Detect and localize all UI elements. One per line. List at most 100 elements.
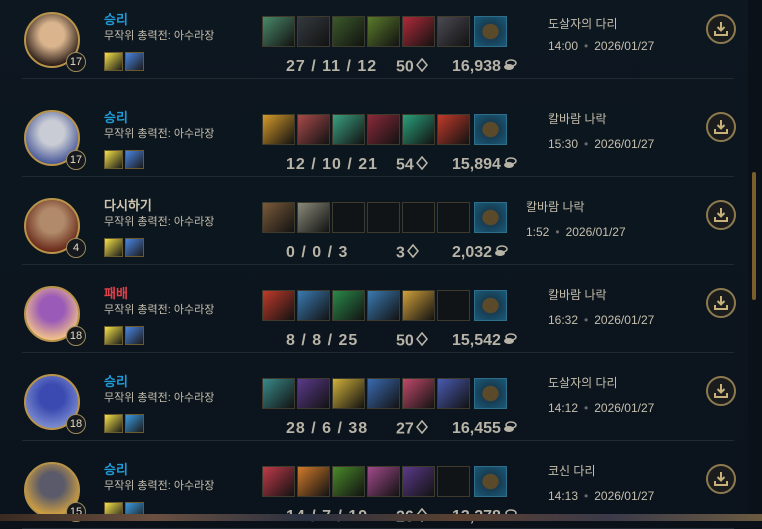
download-replay-button[interactable] — [706, 14, 736, 44]
item-icon[interactable] — [402, 466, 435, 497]
creep-score-value: 27 — [396, 420, 414, 438]
summoner-spell-ghost-icon[interactable] — [104, 326, 123, 345]
item-icon[interactable] — [402, 16, 435, 47]
item-slots — [262, 202, 507, 233]
download-replay-button[interactable] — [706, 112, 736, 142]
item-icon[interactable] — [262, 202, 295, 233]
separator-dot: • — [584, 313, 589, 327]
trinket-icon[interactable] — [474, 378, 507, 409]
game-mode: 무작위 총력전: 아수라장 — [104, 392, 215, 404]
scrollbar[interactable] — [752, 172, 756, 300]
creep-score: 50 — [396, 57, 428, 77]
gold-earned: 2,032 — [452, 244, 508, 262]
item-icon[interactable] — [367, 378, 400, 409]
item-icon[interactable] — [367, 16, 400, 47]
download-replay-button[interactable] — [706, 376, 736, 406]
item-icon[interactable] — [262, 378, 295, 409]
item-icon[interactable] — [297, 114, 330, 145]
gold-earned: 16,455 — [452, 420, 517, 438]
download-icon — [714, 384, 728, 398]
item-icon[interactable] — [262, 114, 295, 145]
match-row[interactable]: 18 패배 무작위 총력전: 아수라장 8 / 8 / 25 50 15,542 칼바람 나… — [22, 264, 736, 353]
summoner-spell-snowball-icon[interactable] — [125, 52, 144, 71]
item-icon[interactable] — [262, 466, 295, 497]
gold-value: 15,894 — [452, 156, 501, 174]
item-icon[interactable] — [297, 466, 330, 497]
item-icon[interactable] — [367, 290, 400, 321]
kda-score: 27 / 11 / 12 — [286, 58, 378, 75]
empty-item-slot — [437, 290, 470, 321]
item-icon[interactable] — [262, 16, 295, 47]
match-date: 2026/01/27 — [594, 489, 655, 503]
summoner-spells — [104, 414, 144, 433]
item-icon[interactable] — [437, 114, 470, 145]
match-row[interactable]: 4 다시하기 무작위 총력전: 아수라장 0 / 0 / 3 3 2,032 칼바람 나락 1… — [22, 176, 736, 265]
item-icon[interactable] — [332, 16, 365, 47]
item-icon[interactable] — [332, 466, 365, 497]
trinket-icon[interactable] — [474, 202, 507, 233]
trinket-icon[interactable] — [474, 466, 507, 497]
item-icon[interactable] — [297, 202, 330, 233]
creep-score: 27 — [396, 419, 428, 439]
summoner-spell-ghost-icon[interactable] — [104, 52, 123, 71]
item-icon[interactable] — [437, 16, 470, 47]
item-icon[interactable] — [297, 16, 330, 47]
game-mode: 무작위 총력전: 아수라장 — [104, 304, 215, 316]
summoner-spells — [104, 238, 144, 257]
summoner-spell-snowball-icon[interactable] — [125, 326, 144, 345]
champion-level-badge: 17 — [66, 150, 86, 170]
item-icon[interactable] — [437, 378, 470, 409]
match-date: 2026/01/27 — [594, 137, 655, 151]
download-replay-button[interactable] — [706, 288, 736, 318]
summoner-spell-snowball-icon[interactable] — [125, 238, 144, 257]
item-icon[interactable] — [332, 114, 365, 145]
trinket-icon[interactable] — [474, 114, 507, 145]
download-replay-button[interactable] — [706, 200, 736, 230]
kda-score: 12 / 10 / 21 — [286, 156, 379, 173]
item-icon[interactable] — [332, 290, 365, 321]
match-date: 2026/01/27 — [594, 39, 655, 53]
item-slots — [262, 16, 507, 47]
gold-coins-icon — [494, 244, 508, 262]
match-date: 2026/01/27 — [594, 313, 655, 327]
trinket-icon[interactable] — [474, 290, 507, 321]
item-icon[interactable] — [262, 290, 295, 321]
item-icon[interactable] — [402, 290, 435, 321]
download-replay-button[interactable] — [706, 464, 736, 494]
creep-score: 50 — [396, 331, 428, 351]
match-result: 승리 — [104, 12, 128, 27]
download-icon — [714, 22, 728, 36]
match-row[interactable]: 18 승리 무작위 총력전: 아수라장 28 / 6 / 38 27 16,455 도살자의… — [22, 352, 736, 441]
summoner-spell-snowball-icon[interactable] — [125, 150, 144, 169]
creep-score-value: 50 — [396, 58, 414, 76]
match-result: 다시하기 — [104, 198, 152, 213]
item-icon[interactable] — [402, 114, 435, 145]
match-date: 2026/01/27 — [594, 401, 655, 415]
gold-coins-icon — [503, 58, 517, 76]
trinket-icon[interactable] — [474, 16, 507, 47]
summoner-spell-snowball-icon[interactable] — [125, 414, 144, 433]
map-name: 칼바람 나락 — [548, 112, 607, 126]
match-datetime: 15:30 • 2026/01/27 — [548, 137, 654, 151]
item-icon[interactable] — [297, 378, 330, 409]
item-icon[interactable] — [402, 378, 435, 409]
item-icon[interactable] — [367, 114, 400, 145]
game-mode: 무작위 총력전: 아수라장 — [104, 216, 215, 228]
summoner-spell-ghost-icon[interactable] — [104, 238, 123, 257]
match-datetime: 14:12 • 2026/01/27 — [548, 401, 654, 415]
download-icon — [714, 120, 728, 134]
match-row[interactable]: 17 승리 무작위 총력전: 아수라장 12 / 10 / 21 54 15,894 칼바람… — [22, 88, 736, 177]
kda-score: 0 / 0 / 3 — [286, 244, 349, 261]
summoner-spells — [104, 150, 144, 169]
gold-earned: 16,938 — [452, 58, 517, 76]
summoner-spells — [104, 326, 144, 345]
item-icon[interactable] — [367, 466, 400, 497]
summoner-spell-ghost-icon[interactable] — [104, 150, 123, 169]
match-row[interactable]: 17 승리 무작위 총력전: 아수라장 27 / 11 / 12 50 16,938 도살자… — [22, 0, 736, 79]
download-icon — [714, 208, 728, 222]
match-time: 16:32 — [548, 313, 579, 327]
item-icon[interactable] — [297, 290, 330, 321]
item-icon[interactable] — [332, 378, 365, 409]
summoner-spell-ghost-icon[interactable] — [104, 414, 123, 433]
minion-icon — [406, 243, 419, 263]
